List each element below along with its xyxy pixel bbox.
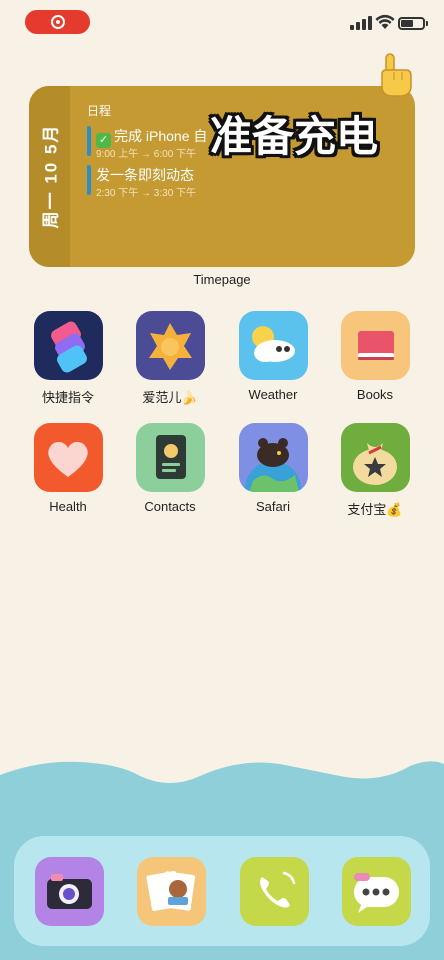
app-shortcuts[interactable]: 快捷指令 (23, 311, 113, 405)
app-safari[interactable]: Safari (228, 423, 318, 515)
record-icon (50, 15, 65, 29)
photos-icon[interactable] (137, 857, 206, 926)
event-title: 完成 iPhone 自 (114, 128, 208, 144)
messages-icon[interactable] (342, 857, 411, 926)
cellular-signal-icon (350, 16, 372, 30)
ifanr-icon (136, 311, 205, 380)
event-time: 9:00 上午 → 6:00 下午 (96, 149, 197, 160)
event-color-bar (87, 165, 91, 195)
books-icon (341, 311, 410, 380)
app-health[interactable]: Health (23, 423, 113, 515)
app-label: 支付宝💰 (347, 502, 403, 517)
screen-recording-indicator[interactable] (25, 10, 90, 34)
app-label: Contacts (144, 499, 196, 514)
event-title: 发一条即刻动态 (96, 167, 194, 183)
app-books[interactable]: Books (330, 311, 420, 403)
app-label: Safari (256, 499, 290, 514)
app-label: Books (356, 387, 394, 402)
battery-icon (398, 17, 428, 30)
wifi-icon (375, 14, 395, 29)
alipay-icon (341, 423, 410, 492)
pointing-hand-icon (381, 53, 412, 97)
app-label: Weather (248, 387, 298, 402)
widget-date: 周一 10 5月 (41, 123, 61, 229)
event-color-bar (87, 126, 91, 156)
app-label: 快捷指令 (41, 390, 94, 405)
app-label: Health (49, 499, 87, 514)
widget-app-label: Timepage (193, 272, 251, 287)
health-icon (34, 423, 103, 492)
app-label: 爱范儿🍌 (142, 390, 198, 405)
status-bar (0, 0, 444, 44)
contacts-icon (136, 423, 205, 492)
app-ifanr[interactable]: 爱范儿🍌 (125, 311, 215, 405)
app-alipay[interactable]: 支付宝💰 (330, 423, 420, 517)
phone-icon[interactable] (240, 857, 309, 926)
weather-icon (239, 311, 308, 380)
app-contacts[interactable]: Contacts (125, 423, 215, 515)
widget-header: 日程 (87, 104, 112, 118)
battery-level (401, 20, 413, 27)
app-weather[interactable]: Weather (228, 311, 318, 403)
safari-icon (239, 423, 308, 492)
event-time: 2:30 下午 → 3:30 下午 (96, 188, 197, 199)
shortcuts-icon (34, 311, 103, 380)
overlay-caption: 准备充电 (210, 112, 379, 161)
camera-icon[interactable] (35, 857, 104, 926)
